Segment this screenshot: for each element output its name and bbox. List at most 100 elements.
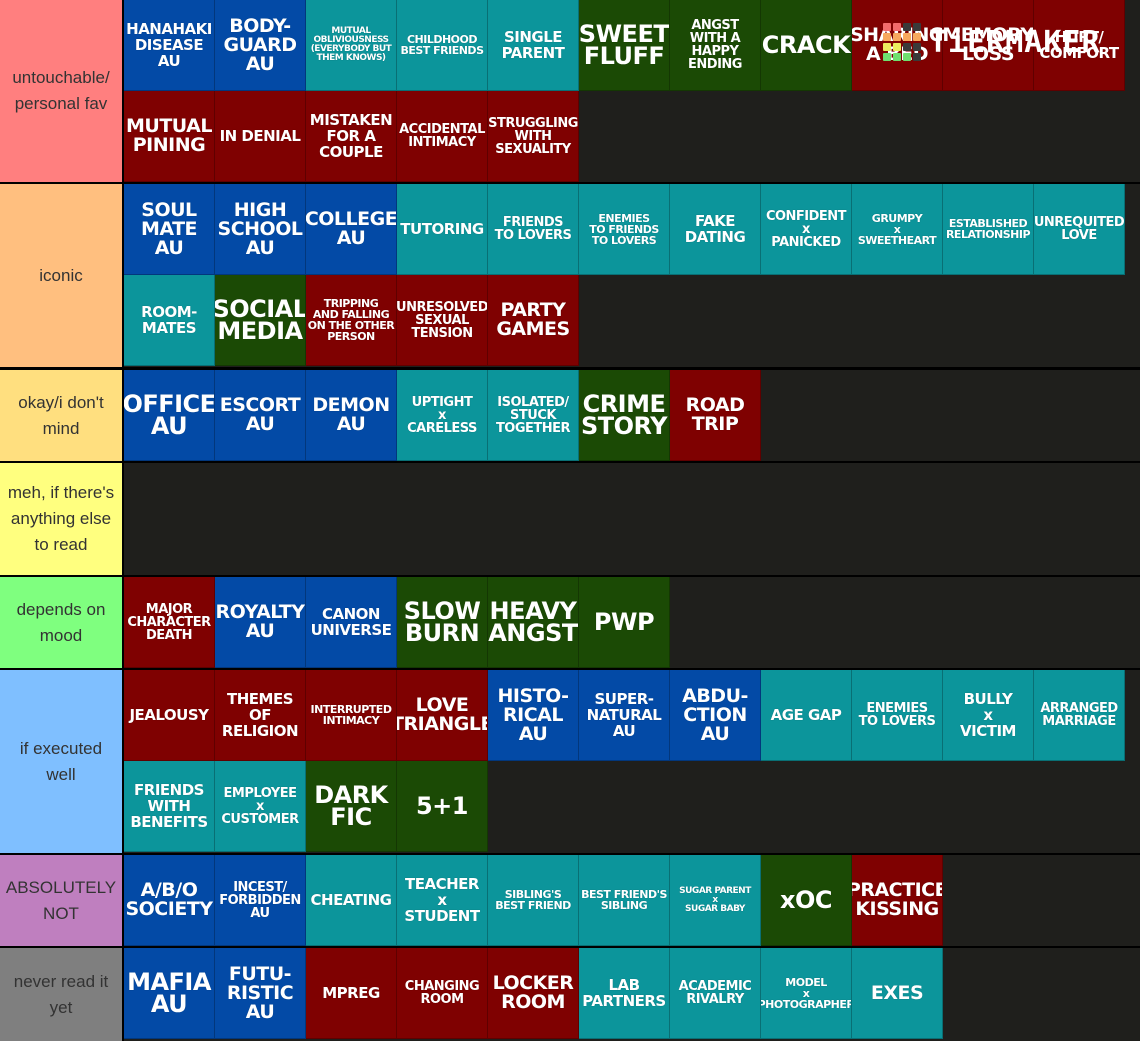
tier-item[interactable]: PWP	[579, 577, 670, 668]
tier-item[interactable]: MUTUAL OBLIVIOUSNESS (EVERYBODY BUT THEM…	[306, 0, 397, 91]
tier-label[interactable]: ABSOLUTELY NOT	[0, 855, 124, 946]
tier-item[interactable]: FAKE DATING	[670, 184, 761, 275]
tier-label[interactable]: iconic	[0, 184, 124, 367]
tier-item[interactable]: HEAVY ANGST	[488, 577, 579, 668]
tier-item[interactable]: HANAHAKI DISEASE AU	[124, 0, 215, 91]
tier-item[interactable]: CONFIDENT x PANICKED	[761, 184, 852, 275]
tier-label[interactable]: depends on mood	[0, 577, 124, 668]
tier-item[interactable]: PARTY GAMES	[488, 275, 579, 366]
tier-item[interactable]: CRACK	[761, 0, 852, 91]
logo-grid-cell	[903, 43, 911, 51]
tier-items[interactable]: A/B/O SOCIETY INCEST/ FORBIDDEN AU CHEATIN…	[124, 855, 1140, 946]
logo-grid-cell	[913, 43, 921, 51]
tier-item[interactable]: BEST FRIEND'S SIBLING	[579, 855, 670, 946]
tier-item[interactable]: COLLEGE AU	[306, 184, 397, 275]
tier-item[interactable]: ANGST WITH A HAPPY ENDING	[670, 0, 761, 91]
tier-item[interactable]: UPTIGHT x CARELESS	[397, 370, 488, 461]
tier-label[interactable]: untouchable/ personal fav	[0, 0, 124, 182]
tiermaker-logo[interactable]: TiERMAKER	[883, 20, 1123, 64]
tier-item[interactable]: LOVE TRIANGLE	[397, 670, 488, 761]
tier-item[interactable]: DARK FIC	[306, 761, 397, 852]
tier-item[interactable]: FRIENDS WITH BENEFITS	[124, 761, 215, 852]
tier-item[interactable]: FUTU- RISTIC AU	[215, 948, 306, 1039]
tier-item[interactable]: SOUL MATE AU	[124, 184, 215, 275]
tier-item[interactable]: MUTUAL PINING	[124, 91, 215, 182]
tier-item[interactable]: ROYALTY AU	[215, 577, 306, 668]
tier-item[interactable]: CANON UNIVERSE	[306, 577, 397, 668]
tier-label-text: never read it yet	[13, 971, 109, 1017]
tier-item[interactable]: ROOM- MATES	[124, 275, 215, 366]
tier-item[interactable]: IN DENIAL	[215, 91, 306, 182]
tier-item[interactable]: LAB PARTNERS	[579, 948, 670, 1039]
tier-row-meh: meh, if there's anything else to read	[0, 463, 1140, 575]
tier-item[interactable]: TUTORING	[397, 184, 488, 275]
tier-item[interactable]: ABDU- CTION AU	[670, 670, 761, 761]
tier-items[interactable]: MAJOR CHARACTER DEATH ROYALTY AU CANON UNI…	[124, 577, 1140, 668]
tier-item[interactable]: INTERRUPTED INTIMACY	[306, 670, 397, 761]
tier-item[interactable]: ENEMIES TO LOVERS	[852, 670, 943, 761]
logo-grid-cell	[893, 53, 901, 61]
tier-item[interactable]: HISTO- RICAL AU	[488, 670, 579, 761]
tier-item[interactable]: INCEST/ FORBIDDEN AU	[215, 855, 306, 946]
tier-items[interactable]: SOUL MATE AU HIGH SCHOOL AU COLLEGE AU TUTO…	[124, 184, 1140, 367]
tier-item[interactable]: ESCORT AU	[215, 370, 306, 461]
tier-item[interactable]: STRUGGLING WITH SEXUALITY	[488, 91, 579, 182]
tier-items[interactable]: JEALOUSY THEMES OF RELIGION INTERRUPTED IN…	[124, 670, 1140, 853]
tier-item[interactable]: SUGAR PARENT x SUGAR BABY	[670, 855, 761, 946]
tier-label[interactable]: meh, if there's anything else to read	[0, 463, 124, 575]
tier-items[interactable]: OFFICE AU ESCORT AU DEMON AU UPTIGHT x CARE…	[124, 370, 1140, 461]
tier-item[interactable]: DEMON AU	[306, 370, 397, 461]
tier-item[interactable]: UNRESOLVED SEXUAL TENSION	[397, 275, 488, 366]
tier-item[interactable]: CRIME STORY	[579, 370, 670, 461]
tier-item[interactable]: THEMES OF RELIGION	[215, 670, 306, 761]
tier-item[interactable]: xOC	[761, 855, 852, 946]
tier-item[interactable]: UNREQUITED LOVE	[1034, 184, 1125, 275]
tier-item[interactable]: 5+1	[397, 761, 488, 852]
tier-item[interactable]: BODY- GUARD AU	[215, 0, 306, 91]
tier-item[interactable]: SOCIAL MEDIA	[215, 275, 306, 366]
tier-item[interactable]: LOCKER ROOM	[488, 948, 579, 1039]
tier-item[interactable]: ACADEMIC RIVALRY	[670, 948, 761, 1039]
tier-item[interactable]: SINGLE PARENT	[488, 0, 579, 91]
tier-item[interactable]: HIGH SCHOOL AU	[215, 184, 306, 275]
tier-items[interactable]	[124, 463, 1140, 575]
tier-label-text: iconic	[39, 265, 83, 285]
tier-item[interactable]: JEALOUSY	[124, 670, 215, 761]
tier-item[interactable]: ESTABLISHED RELATIONSHIP	[943, 184, 1034, 275]
tier-item[interactable]: TRIPPING AND FALLING ON THE OTHER PERSON	[306, 275, 397, 366]
logo-grid-cell	[883, 33, 891, 41]
tier-item[interactable]: CHANGING ROOM	[397, 948, 488, 1039]
tier-item[interactable]: A/B/O SOCIETY	[124, 855, 215, 946]
tier-label[interactable]: if executed well	[0, 670, 124, 853]
tier-item[interactable]: CHILDHOOD BEST FRIENDS	[397, 0, 488, 91]
tier-item[interactable]: ISOLATED/ STUCK TOGETHER	[488, 370, 579, 461]
tier-item[interactable]: SIBLING'S BEST FRIEND	[488, 855, 579, 946]
tier-item[interactable]: MPREG	[306, 948, 397, 1039]
tier-item[interactable]: TEACHER x STUDENT	[397, 855, 488, 946]
tier-item[interactable]: SUPER- NATURAL AU	[579, 670, 670, 761]
tier-item[interactable]: MODEL x PHOTOGRAPHER	[761, 948, 852, 1039]
tier-item[interactable]: MISTAKEN FOR A COUPLE	[306, 91, 397, 182]
tier-item[interactable]: MAFIA AU	[124, 948, 215, 1039]
tier-item[interactable]: FRIENDS TO LOVERS	[488, 184, 579, 275]
tier-item[interactable]: SLOW BURN	[397, 577, 488, 668]
tier-label[interactable]: okay/i don't mind	[0, 370, 124, 461]
tier-item[interactable]: EXES	[852, 948, 943, 1039]
tier-item[interactable]: MAJOR CHARACTER DEATH	[124, 577, 215, 668]
tier-item[interactable]: ACCIDENTAL INTIMACY	[397, 91, 488, 182]
logo-grid-cell	[893, 23, 901, 31]
tier-item[interactable]: PRACTICE KISSING	[852, 855, 943, 946]
tier-item[interactable]: ROAD TRIP	[670, 370, 761, 461]
tier-item[interactable]: BULLY x VICTIM	[943, 670, 1034, 761]
tier-item[interactable]: ENEMIES TO FRIENDS TO LOVERS	[579, 184, 670, 275]
tier-item[interactable]: GRUMPY x SWEETHEART	[852, 184, 943, 275]
tier-item[interactable]: OFFICE AU	[124, 370, 215, 461]
tier-item[interactable]: ARRANGED MARRIAGE	[1034, 670, 1125, 761]
tier-label[interactable]: never read it yet	[0, 948, 124, 1041]
tier-item[interactable]: CHEATING	[306, 855, 397, 946]
tier-item[interactable]: EMPLOYEE x CUSTOMER	[215, 761, 306, 852]
tier-item[interactable]: AGE GAP	[761, 670, 852, 761]
tier-item[interactable]: SWEET FLUFF	[579, 0, 670, 91]
tier-label-text: depends on mood	[16, 599, 106, 645]
tier-items[interactable]: MAFIA AU FUTU- RISTIC AU MPREG CHANGING ROO…	[124, 948, 1140, 1041]
